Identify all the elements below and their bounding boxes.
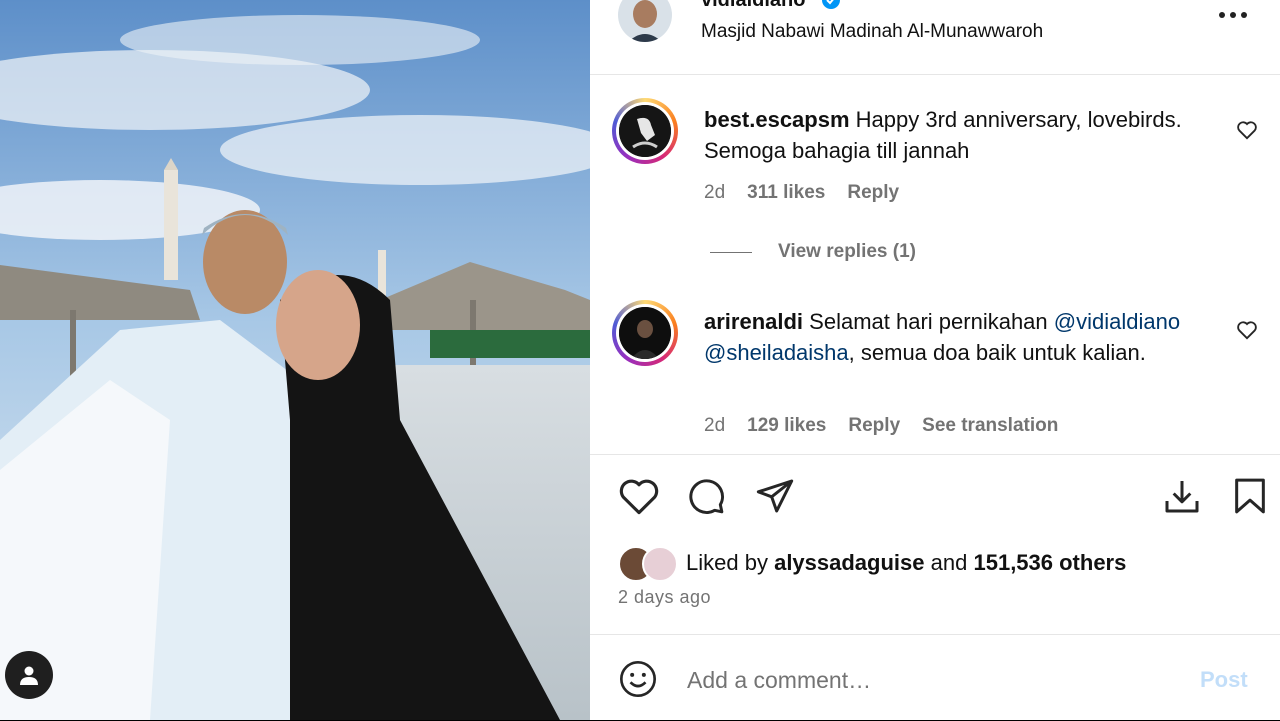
comment-input[interactable]: Add a comment… (687, 667, 871, 694)
likes-summary[interactable]: Liked by alyssadaguise and 151,536 other… (618, 545, 1126, 582)
view-replies-button[interactable]: View replies (1) (710, 241, 916, 263)
post-header: vidialdiano Masjid Nabawi Madinah Al-Mun… (590, 0, 1280, 75)
comment-icon[interactable] (686, 476, 726, 516)
comment-body: Selamat hari pernikahan (809, 309, 1048, 334)
author-avatar-image (618, 0, 672, 42)
mention-link[interactable]: @vidialdiano (1054, 309, 1180, 334)
heart-icon[interactable] (618, 476, 660, 516)
comment-username[interactable]: best.escapsm (704, 107, 850, 132)
comment-username[interactable]: arirenaldi (704, 309, 803, 334)
comment-like-heart-icon[interactable] (1236, 120, 1258, 140)
see-translation-button[interactable]: See translation (922, 415, 1058, 437)
tagged-users-button[interactable] (5, 651, 53, 699)
comment-time: 2d (704, 415, 726, 436)
user-icon (20, 666, 38, 685)
post-viewer: vidialdiano Masjid Nabawi Madinah Al-Mun… (0, 0, 1280, 720)
photo-scene (0, 0, 590, 720)
author-avatar[interactable] (618, 0, 672, 42)
comment-meta: 2d 311 likes Reply (704, 182, 899, 204)
likes-others[interactable]: 151,536 others (973, 550, 1126, 576)
divider (590, 454, 1280, 455)
author-username[interactable]: vidialdiano (701, 0, 805, 10)
post-location[interactable]: Masjid Nabawi Madinah Al-Munawwaroh (701, 21, 1043, 43)
reply-button[interactable]: Reply (847, 182, 899, 204)
more-horizontal-icon[interactable] (1218, 10, 1248, 20)
comment-text: arirenaldi Selamat hari pernikahan @vidi… (704, 306, 1224, 368)
mention-link[interactable]: @sheiladaisha (704, 340, 849, 365)
comment-time: 2d (704, 182, 726, 203)
commenter-avatar-image (619, 105, 671, 157)
comment: best.escapsm Happy 3rd anniversary, love… (590, 96, 1280, 246)
comment-text: best.escapsm Happy 3rd anniversary, love… (704, 104, 1224, 166)
comment-meta: 2d 129 likes Reply See translation (704, 415, 1058, 437)
comment-body-end: , semua doa baik untuk kalian. (848, 340, 1146, 365)
replies-line (710, 251, 752, 253)
add-comment-bar: Add a comment… Post (590, 634, 1280, 721)
comment: arirenaldi Selamat hari pernikahan @vidi… (590, 298, 1280, 448)
post-photo[interactable] (0, 0, 590, 720)
emoji-icon[interactable] (618, 659, 658, 699)
comment-like-heart-icon[interactable] (1236, 320, 1258, 340)
view-replies-label: View replies (1) (778, 241, 916, 262)
comment-likes[interactable]: 311 likes (747, 182, 825, 204)
post-button[interactable]: Post (1200, 667, 1248, 693)
post-timestamp[interactable]: 2 days ago (618, 587, 711, 608)
post-panel: vidialdiano Masjid Nabawi Madinah Al-Mun… (590, 0, 1280, 720)
commenter-avatar[interactable] (612, 98, 678, 164)
liker-avatar (642, 546, 678, 582)
likes-prefix: Liked by (686, 550, 768, 575)
verified-badge-icon (822, 0, 840, 9)
action-bar (590, 476, 1280, 520)
likers-avatars (618, 545, 678, 582)
reply-button[interactable]: Reply (848, 415, 900, 437)
likes-middle: and (930, 550, 968, 575)
bookmark-icon[interactable] (1230, 476, 1270, 516)
liker-username[interactable]: alyssadaguise (774, 550, 924, 576)
comment-likes[interactable]: 129 likes (747, 415, 826, 437)
download-icon[interactable] (1162, 476, 1202, 516)
share-icon[interactable] (755, 476, 795, 516)
commenter-avatar-image (619, 307, 671, 359)
commenter-avatar[interactable] (612, 300, 678, 366)
